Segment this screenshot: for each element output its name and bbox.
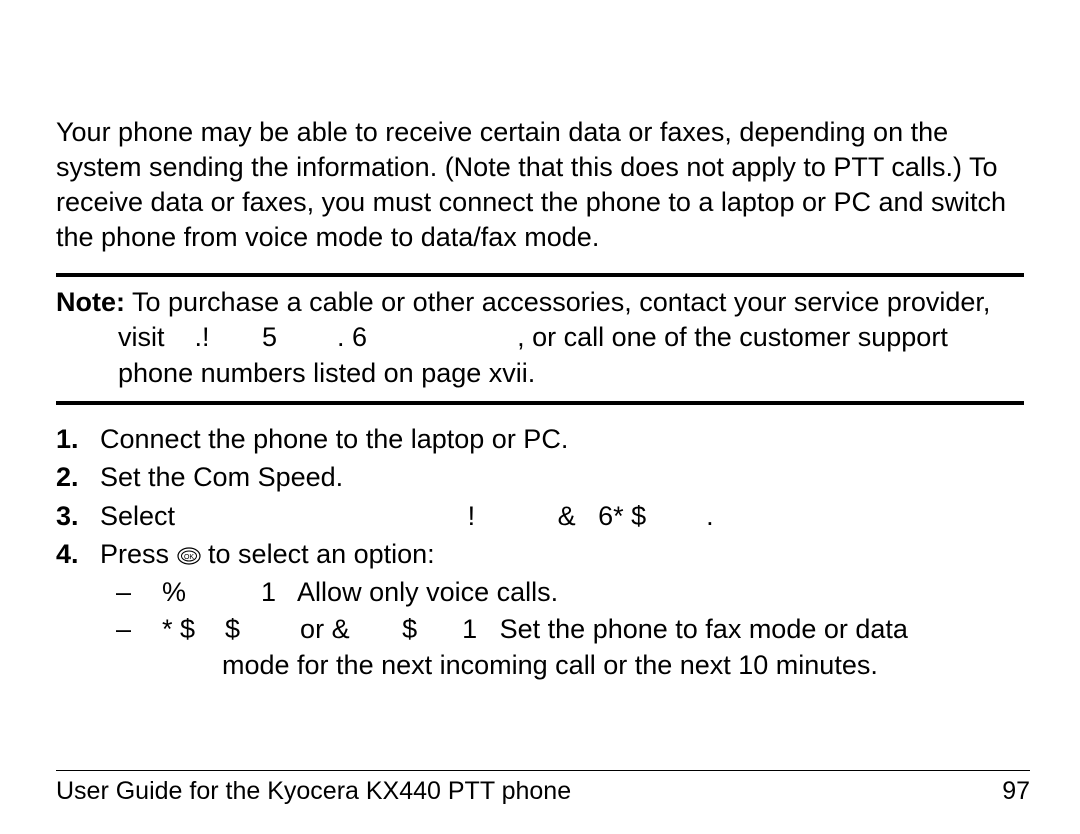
sub-option-item: – * $ $ or & $ 1 Set the phone to fax mo… <box>116 611 1024 647</box>
ok-button-icon: OK <box>177 547 201 565</box>
dash-bullet: – <box>116 574 162 610</box>
sub-option-list: – % 1 Allow only voice calls. – * $ $ or… <box>56 574 1024 683</box>
instruction-list: 1.Connect the phone to the laptop or PC.… <box>56 421 1024 573</box>
step-text-post: to select an option: <box>201 539 435 569</box>
document-page: Your phone may be able to receive certai… <box>0 0 1080 834</box>
step-text-pre: Press <box>100 539 177 569</box>
note-text-1: To purchase a cable or other accessories… <box>125 287 990 317</box>
note-line-3: phone numbers listed on page xvii. <box>118 356 1024 391</box>
step-text: Connect the phone to the laptop or PC. <box>100 424 568 454</box>
sub-option-text: * $ $ or & $ 1 Set the phone to fax mode… <box>162 611 1024 647</box>
sub-option-wrap-line: mode for the next incoming call or the n… <box>116 647 1024 683</box>
step-text: Select ! & 6* $ . <box>100 501 714 531</box>
sub-option-text: % 1 Allow only voice calls. <box>162 574 1024 610</box>
list-item: 4.Press OK to select an option: <box>56 536 1024 572</box>
list-item: 3.Select ! & 6* $ . <box>56 498 1024 534</box>
step-number: 3. <box>56 498 100 534</box>
step-number: 1. <box>56 421 100 457</box>
intro-paragraph: Your phone may be able to receive certai… <box>56 115 1024 255</box>
note-block: Note: To purchase a cable or other acces… <box>56 273 1024 404</box>
list-item: 2.Set the Com Speed. <box>56 459 1024 495</box>
step-number: 4. <box>56 536 100 572</box>
svg-text:OK: OK <box>183 554 193 561</box>
list-item: 1.Connect the phone to the laptop or PC. <box>56 421 1024 457</box>
footer-title: User Guide for the Kyocera KX440 PTT pho… <box>56 777 571 806</box>
note-line-1: Note: To purchase a cable or other acces… <box>56 285 1024 320</box>
step-text: Set the Com Speed. <box>100 462 343 492</box>
sub-option-item: – % 1 Allow only voice calls. <box>116 574 1024 610</box>
step-number: 2. <box>56 459 100 495</box>
footer-page-number: 97 <box>1002 777 1030 806</box>
page-footer: User Guide for the Kyocera KX440 PTT pho… <box>56 770 1030 806</box>
dash-bullet: – <box>116 611 162 647</box>
note-line-2: visit .! 5 . 6 , or call one of the cust… <box>118 320 1024 355</box>
note-label: Note: <box>56 287 125 317</box>
